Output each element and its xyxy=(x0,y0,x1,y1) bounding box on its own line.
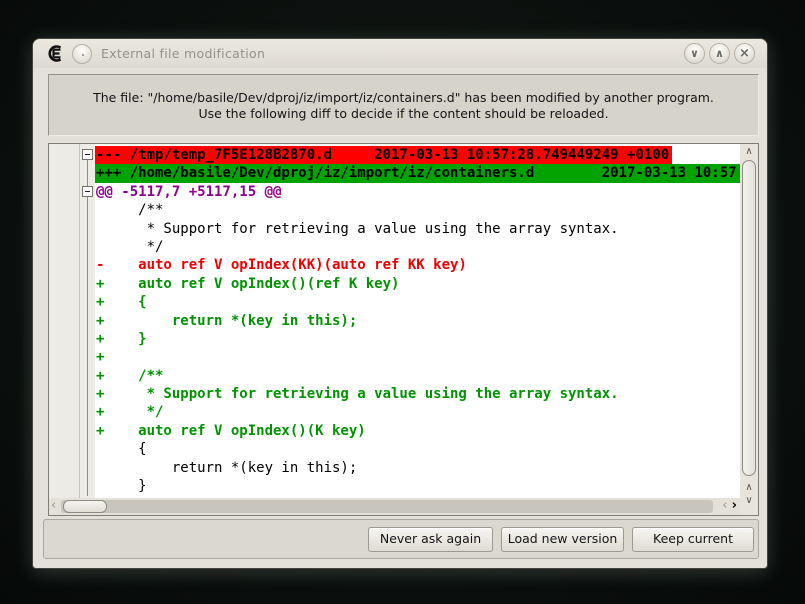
diff-line: } xyxy=(95,477,740,495)
diff-line: +++ /home/basile/Dev/dproj/iz/import/iz/… xyxy=(95,164,740,182)
diff-line: + auto ref V opIndex()(ref K key) xyxy=(95,275,740,293)
scroll-up-icon[interactable]: ∧ xyxy=(740,482,758,494)
diff-line: + * Support for retrieving a value using… xyxy=(95,385,740,403)
diff-line: /** xyxy=(95,201,740,219)
maximize-button[interactable]: ∧ xyxy=(709,43,730,64)
keep-current-button[interactable]: Keep current xyxy=(632,527,754,552)
diff-line: - auto ref V opIndex(KK)(auto ref KK key… xyxy=(95,256,740,274)
diff-line: + } xyxy=(95,330,740,348)
horizontal-scrollbar-trough[interactable] xyxy=(61,500,713,513)
chevron-down-icon: ∨ xyxy=(690,47,699,60)
scroll-left-icon[interactable]: ‹ xyxy=(722,498,727,513)
message-line-2: Use the following diff to decide if the … xyxy=(49,106,758,122)
scroll-up-icon[interactable]: ∧ xyxy=(740,146,758,158)
gutter-divider xyxy=(79,144,80,498)
window-title: External file modification xyxy=(101,39,265,68)
load-new-version-button[interactable]: Load new version xyxy=(501,527,624,552)
diff-line: { xyxy=(95,440,740,458)
diff-line: + return *(key in this); xyxy=(95,312,740,330)
diff-line: @@ -5117,7 +5117,15 @@ xyxy=(95,183,740,201)
fold-toggle-icon[interactable] xyxy=(82,149,93,160)
scroll-down-icon[interactable]: ∨ xyxy=(740,495,758,507)
scroll-left-icon[interactable]: ‹ xyxy=(51,498,56,514)
fold-toggle-icon[interactable] xyxy=(82,186,93,197)
close-button[interactable]: × xyxy=(734,43,755,64)
never-ask-again-button[interactable]: Never ask again xyxy=(368,527,493,552)
message-line-1: The file: "/home/basile/Dev/dproj/iz/imp… xyxy=(49,90,758,106)
close-icon: × xyxy=(739,46,750,61)
diff-line: return *(key in this); xyxy=(95,459,740,477)
vertical-scrollbar-thumb[interactable] xyxy=(742,160,756,476)
diff-line: + xyxy=(95,348,740,366)
fold-tree-line xyxy=(87,160,88,496)
scroll-arrows-right: ‹ › xyxy=(722,498,737,514)
button-panel: Never ask again Load new version Keep cu… xyxy=(43,519,759,559)
diff-view: --- /tmp/temp_7F5E128B2870.d 2017-03-13 … xyxy=(48,143,759,516)
diff-line: + auto ref V opIndex()(K key) xyxy=(95,422,740,440)
diff-line: + */ xyxy=(95,403,740,421)
diff-gutter xyxy=(49,144,95,498)
vertical-scrollbar[interactable]: ∧ ∧ ∨ xyxy=(740,144,758,515)
horizontal-scrollbar[interactable]: ‹ ‹ › xyxy=(49,498,740,515)
diff-line: --- /tmp/temp_7F5E128B2870.d 2017-03-13 … xyxy=(95,146,672,164)
diff-line: * Support for retrieving a value using t… xyxy=(95,220,740,238)
diff-line: + /** xyxy=(95,367,740,385)
diff-content[interactable]: --- /tmp/temp_7F5E128B2870.d 2017-03-13 … xyxy=(95,144,740,498)
titlebar[interactable]: External file modification ∨ ∧ × xyxy=(33,39,767,68)
window-menu-button[interactable] xyxy=(72,44,92,64)
message-panel: The file: "/home/basile/Dev/dproj/iz/imp… xyxy=(48,74,759,136)
minimize-button[interactable]: ∨ xyxy=(684,43,705,64)
horizontal-scrollbar-thumb[interactable] xyxy=(63,500,107,513)
coedit-logo-icon xyxy=(46,45,66,62)
diff-line: */ xyxy=(95,238,740,256)
chevron-up-icon: ∧ xyxy=(715,47,724,60)
diff-line: + { xyxy=(95,293,740,311)
external-file-modification-dialog: External file modification ∨ ∧ × The fil… xyxy=(32,38,768,569)
scroll-right-icon[interactable]: › xyxy=(732,498,737,513)
